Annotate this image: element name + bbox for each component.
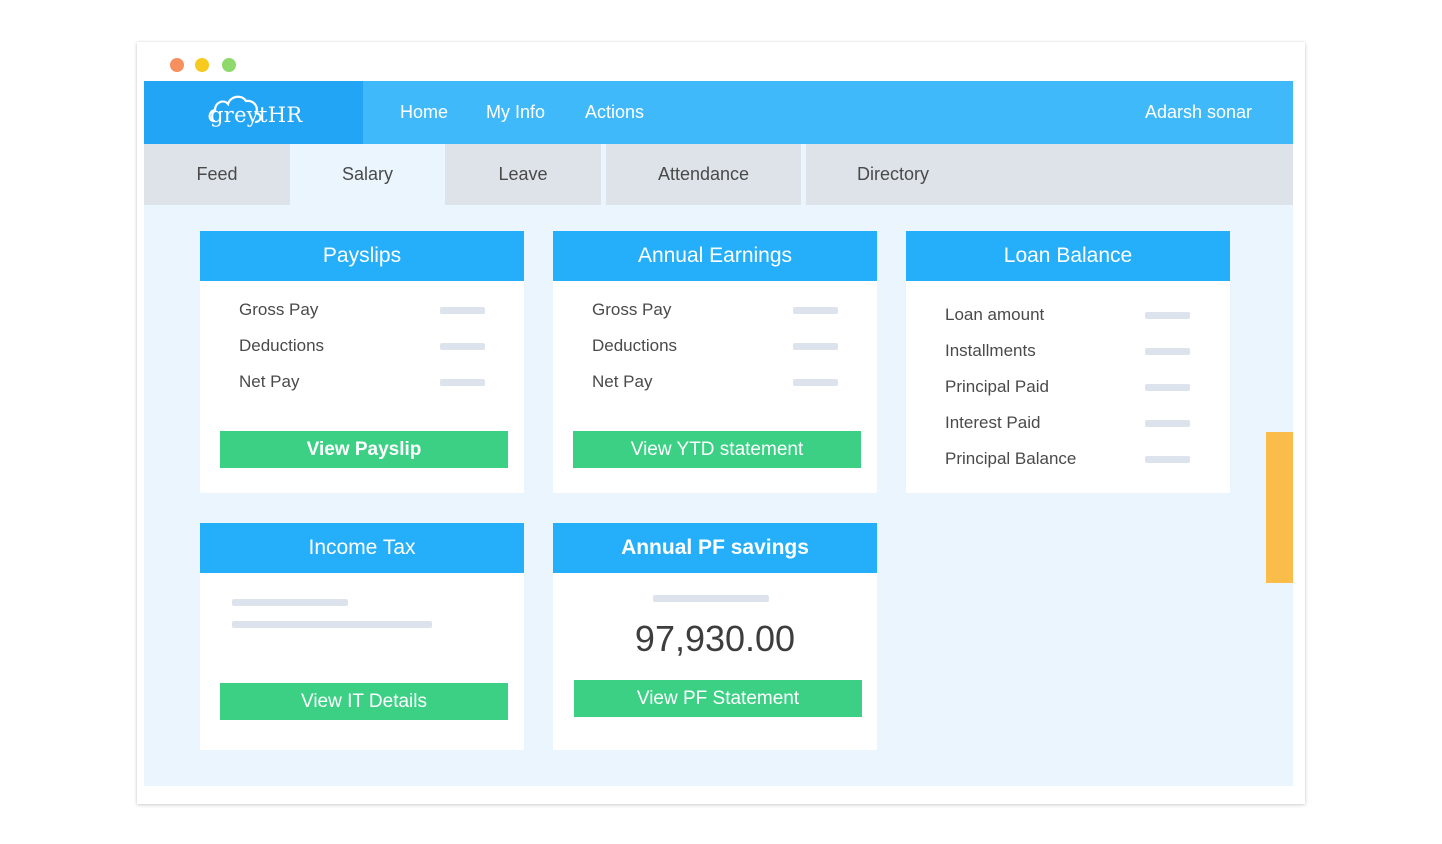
- app-window: greytHR Home My Info Actions Adarsh sona…: [137, 42, 1305, 804]
- card-title: Annual PF savings: [553, 523, 877, 573]
- maximize-window-button[interactable]: [222, 58, 236, 72]
- gross-pay-label: Gross Pay: [239, 300, 319, 319]
- value-placeholder: [793, 307, 838, 314]
- value-placeholder: [793, 343, 838, 350]
- top-navigation-bar: greytHR Home My Info Actions Adarsh sona…: [144, 81, 1293, 144]
- brand-logo[interactable]: greytHR: [144, 81, 363, 144]
- pf-savings-value: 97,930.00: [634, 618, 796, 659]
- user-menu[interactable]: Adarsh sonar: [1145, 102, 1252, 123]
- value-placeholder: [440, 307, 485, 314]
- payslips-card: Payslips Gross Pay Deductions Net Pay Vi…: [200, 231, 524, 493]
- installments-label: Installments: [945, 341, 1036, 360]
- minimize-window-button[interactable]: [195, 58, 209, 72]
- annual-pf-savings-card: Annual PF savings 97,930.00 View PF Stat…: [553, 523, 877, 750]
- value-placeholder: [1145, 312, 1190, 319]
- card-title: Payslips: [200, 231, 524, 281]
- tab-salary[interactable]: Salary: [290, 144, 445, 205]
- value-placeholder: [1145, 420, 1190, 427]
- section-tabs: Feed Salary Leave Attendance Directory: [144, 144, 1293, 205]
- net-pay-label: Net Pay: [592, 372, 653, 391]
- value-placeholder: [1145, 456, 1190, 463]
- deductions-label: Deductions: [592, 336, 678, 355]
- greythr-app: greytHR Home My Info Actions Adarsh sona…: [144, 81, 1293, 786]
- nav-home[interactable]: Home: [400, 102, 448, 123]
- nav-my-info[interactable]: My Info: [486, 102, 545, 123]
- tab-leave[interactable]: Leave: [445, 144, 601, 205]
- view-payslip-button[interactable]: View Payslip: [220, 431, 508, 468]
- gross-pay-label: Gross Pay: [592, 300, 672, 319]
- annual-earnings-card: Annual Earnings Gross Pay Deductions Net…: [553, 231, 877, 493]
- net-pay-label: Net Pay: [239, 372, 300, 391]
- value-placeholder: [440, 343, 485, 350]
- loan-amount-label: Loan amount: [945, 305, 1045, 324]
- principal-balance-label: Principal Balance: [945, 449, 1077, 468]
- tab-directory[interactable]: Directory: [806, 144, 980, 205]
- value-placeholder: [793, 379, 838, 386]
- card-title: Income Tax: [200, 523, 524, 573]
- view-ytd-statement-button[interactable]: View YTD statement: [573, 431, 861, 468]
- tab-attendance[interactable]: Attendance: [606, 144, 801, 205]
- card-title: Annual Earnings: [553, 231, 877, 281]
- value-placeholder: [1145, 384, 1190, 391]
- tab-feed[interactable]: Feed: [144, 144, 290, 205]
- text-placeholder: [232, 621, 432, 628]
- loan-balance-card: Loan Balance Loan amount Installments Pr…: [906, 231, 1230, 493]
- side-panel-handle[interactable]: [1266, 432, 1293, 583]
- value-placeholder: [1145, 348, 1190, 355]
- principal-paid-label: Principal Paid: [945, 377, 1049, 396]
- card-title: Loan Balance: [906, 231, 1230, 281]
- close-window-button[interactable]: [170, 58, 184, 72]
- text-placeholder: [653, 595, 769, 602]
- interest-paid-label: Interest Paid: [945, 413, 1041, 432]
- text-placeholder: [232, 599, 348, 606]
- view-pf-statement-button[interactable]: View PF Statement: [574, 680, 862, 717]
- deductions-label: Deductions: [239, 336, 325, 355]
- income-tax-card: Income Tax View IT Details: [200, 523, 524, 750]
- view-it-details-button[interactable]: View IT Details: [220, 683, 508, 720]
- value-placeholder: [440, 379, 485, 386]
- logo-text: greytHR: [210, 103, 303, 127]
- nav-actions[interactable]: Actions: [585, 102, 644, 123]
